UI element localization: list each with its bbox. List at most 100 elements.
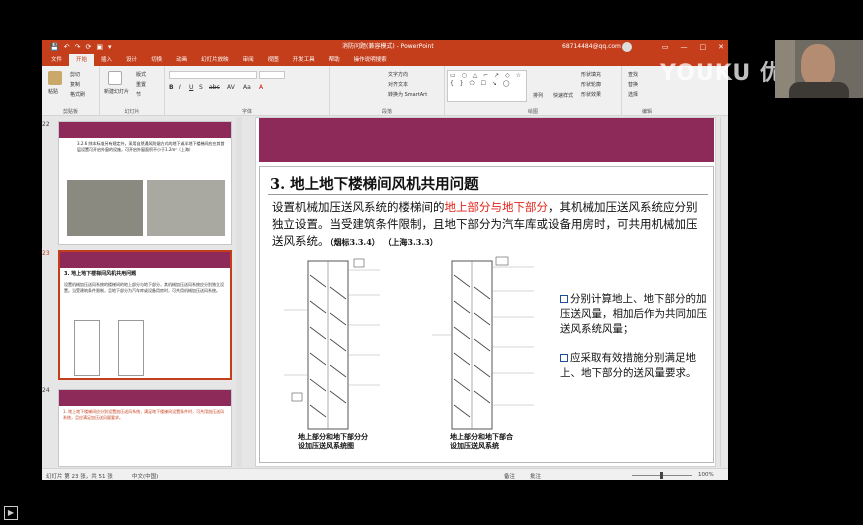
quick-access-toolbar: 💾 ↶ ↷ ⟳ ▣ ▾ xyxy=(42,40,192,54)
slide-title[interactable]: 3. 地上地下楼梯间风机共用问题 xyxy=(270,173,479,194)
slide-canvas[interactable]: 3. 地上地下楼梯间风机共用问题 设置机械加压送风系统的楼梯间的地上部分与地下部… xyxy=(255,117,716,467)
shape-effects-button[interactable]: 形状效果 xyxy=(581,91,601,98)
play-icon[interactable]: ▶ xyxy=(4,506,18,520)
minimize-button[interactable]: — xyxy=(681,40,688,54)
font-name-box[interactable] xyxy=(169,71,257,79)
account-name[interactable]: 68714484@qq.com xyxy=(562,40,621,54)
bullet-list[interactable]: 分别计算地上、地下部分的加压送风量，相加后作为共同加压送风系统风量； 应采取有效… xyxy=(560,292,708,395)
tab-animations[interactable]: 动画 xyxy=(169,54,194,66)
slide-thumbnail-22[interactable]: 3.2.6 除本标准另有规定外，采用自然通风防烟方式的地下或半地下楼梯间应在其首… xyxy=(58,121,232,245)
caption-line: 设加压送风系统图 xyxy=(298,442,354,450)
clipboard-label: 剪贴板 xyxy=(62,109,78,115)
slide-thumbnail-23[interactable]: 3. 地上地下楼梯间风机共用问题 设置机械加压送风系统的楼梯间的地上部分与地下部… xyxy=(58,250,232,380)
tab-transitions[interactable]: 切换 xyxy=(144,54,169,66)
presenter-webcam xyxy=(775,40,863,98)
bullet-item: 应采取有效措施分别满足地上、地下部分的送风量要求。 xyxy=(560,351,708,381)
tab-review[interactable]: 审阅 xyxy=(236,54,261,66)
tell-me-search[interactable]: 操作说明搜索 xyxy=(347,54,394,66)
thumbnail-text: 3.2.6 除本标准另有规定外，采用自然通风防烟方式的地下或半地下楼梯间应在其首… xyxy=(77,141,225,152)
text-direction-button[interactable]: 文字方向 xyxy=(388,71,408,78)
cut-button[interactable]: 剪切 xyxy=(70,71,80,78)
stair-section-diagram-combined xyxy=(432,256,534,430)
shadow-button[interactable]: S xyxy=(199,84,203,91)
tab-view[interactable]: 视图 xyxy=(261,54,286,66)
thumbnail-text: 设置机械加压送风系统的楼梯间的地上部分与地下部分，其机械加压送风系统应分别独立设… xyxy=(64,282,224,293)
shapes-gallery[interactable]: ▭ ○ △ ⌐ ↗ ◇ ☆ { } ⬠ ☐ ↘ ◯ xyxy=(447,70,527,102)
tab-home[interactable]: 开始 xyxy=(69,54,95,66)
save-icon[interactable]: 💾 xyxy=(50,40,59,54)
slide-counter: 幻灯片 第 23 张，共 51 张 xyxy=(46,474,113,480)
close-button[interactable]: ✕ xyxy=(718,40,724,54)
caption-line: 地上部分和地下部分分 xyxy=(298,433,368,441)
select-button[interactable]: 选择 xyxy=(628,91,638,98)
new-slide-button[interactable]: 新建幻灯片 xyxy=(104,88,129,95)
layout-button[interactable]: 版式 xyxy=(136,71,146,78)
paste-icon[interactable] xyxy=(48,71,62,85)
font-size-box[interactable] xyxy=(259,71,285,79)
diagram-caption-left: 地上部分和地下部分分 设加压送风系统图 xyxy=(298,433,368,451)
thumbnail-photo xyxy=(147,180,225,236)
underline-button[interactable]: U xyxy=(189,84,193,91)
thumbnail-number: 23 xyxy=(42,250,50,257)
redo-icon[interactable]: ↷ xyxy=(75,40,81,54)
section-button[interactable]: 节 xyxy=(136,91,141,98)
italic-button[interactable]: I xyxy=(179,84,181,91)
format-painter-button[interactable]: 格式刷 xyxy=(70,91,85,98)
new-slide-icon[interactable] xyxy=(108,71,122,85)
bold-button[interactable]: B xyxy=(169,84,174,91)
shape-fill-button[interactable]: 形状填充 xyxy=(581,71,601,78)
replace-button[interactable]: 替换 xyxy=(628,81,638,88)
avatar[interactable] xyxy=(622,42,632,52)
thumbnail-title: 3. 地上地下楼梯间风机共用问题 xyxy=(64,271,137,277)
notes-button[interactable]: 备注 xyxy=(504,472,515,480)
slide-thumbnail-24[interactable]: 1. 地上地下楼梯间应分别设置加压送风系统，满足地下楼梯间设置条件时，可共用加压… xyxy=(58,389,232,467)
slide-content: 3. 地上地下楼梯间风机共用问题 设置机械加压送风系统的楼梯间的地上部分与地下部… xyxy=(259,166,714,463)
smartart-button[interactable]: 转换为 SmartArt xyxy=(388,91,427,98)
zoom-slider-handle[interactable] xyxy=(660,472,663,479)
tab-file[interactable]: 文件 xyxy=(44,54,69,66)
para-highlight: 地上部分与地下部分 xyxy=(444,200,549,214)
zoom-level[interactable]: 100% xyxy=(698,472,714,478)
customize-icon[interactable]: ▾ xyxy=(108,40,112,54)
paragraph-label: 段落 xyxy=(381,109,392,115)
paste-button[interactable]: 粘贴 xyxy=(48,88,58,95)
present-icon[interactable]: ▣ xyxy=(96,40,103,54)
tab-insert[interactable]: 插入 xyxy=(94,54,119,66)
change-case-button[interactable]: Aa xyxy=(243,84,251,91)
font-color-button[interactable]: A xyxy=(259,84,263,91)
bullet-text: 分别计算地上、地下部分的加压送风量，相加后作为共同加压送风系统风量； xyxy=(560,293,707,335)
thumbnail-photo xyxy=(67,180,143,236)
ribbon-display-button[interactable]: ▭ xyxy=(662,40,669,54)
thumbnail-number: 22 xyxy=(42,121,50,128)
strikethrough-button[interactable]: abc xyxy=(209,84,220,91)
tab-design[interactable]: 设计 xyxy=(119,54,144,66)
thumbnail-pane: 22 3.2.6 除本标准另有规定外，采用自然通风防烟方式的地下或半地下楼梯间应… xyxy=(42,117,242,467)
shape-outline-button[interactable]: 形状轮廓 xyxy=(581,81,601,88)
quick-styles-button[interactable]: 快速样式 xyxy=(553,92,573,99)
slide-paragraph[interactable]: 设置机械加压送风系统的楼梯间的地上部分与地下部分，其机械加压送风系统应分别独立设… xyxy=(272,199,704,251)
thumbnail-band xyxy=(60,252,230,268)
copy-button[interactable]: 复制 xyxy=(70,81,80,88)
maximize-button[interactable]: □ xyxy=(700,40,707,54)
tab-developer[interactable]: 开发工具 xyxy=(286,54,322,66)
comments-button[interactable]: 批注 xyxy=(530,472,541,480)
thumbnail-scrollbar[interactable] xyxy=(236,117,242,467)
title-bar: 💾 ↶ ↷ ⟳ ▣ ▾ 消防问题(兼容模式) - PowerPoint 6871… xyxy=(42,40,728,54)
reset-button[interactable]: 重置 xyxy=(136,81,146,88)
undo-icon[interactable]: ↶ xyxy=(64,40,70,54)
drawing-group: ▭ ○ △ ⌐ ↗ ◇ ☆ { } ⬠ ☐ ↘ ◯ 排列 快速样式 形状填充 形… xyxy=(445,66,622,116)
repeat-icon[interactable]: ⟳ xyxy=(85,40,91,54)
find-button[interactable]: 查找 xyxy=(628,71,638,78)
align-text-button[interactable]: 对齐文本 xyxy=(388,81,408,88)
char-spacing-button[interactable]: AV xyxy=(227,84,235,91)
arrange-button[interactable]: 排列 xyxy=(533,92,543,99)
tab-help[interactable]: 帮助 xyxy=(322,54,347,66)
language-indicator[interactable]: 中文(中国) xyxy=(132,472,158,480)
thumbnail-band xyxy=(59,390,231,406)
paragraph-group: 文字方向 对齐文本 转换为 SmartArt 段落 xyxy=(330,66,445,116)
slide-scrollbar[interactable] xyxy=(720,117,728,467)
tab-slideshow[interactable]: 幻灯片放映 xyxy=(194,54,236,66)
reference-tag: （烟标3.3.4） xyxy=(329,237,380,247)
slides-group: 新建幻灯片 版式 重置 节 幻灯片 xyxy=(100,66,165,116)
thumbnail-diagram xyxy=(74,320,100,376)
